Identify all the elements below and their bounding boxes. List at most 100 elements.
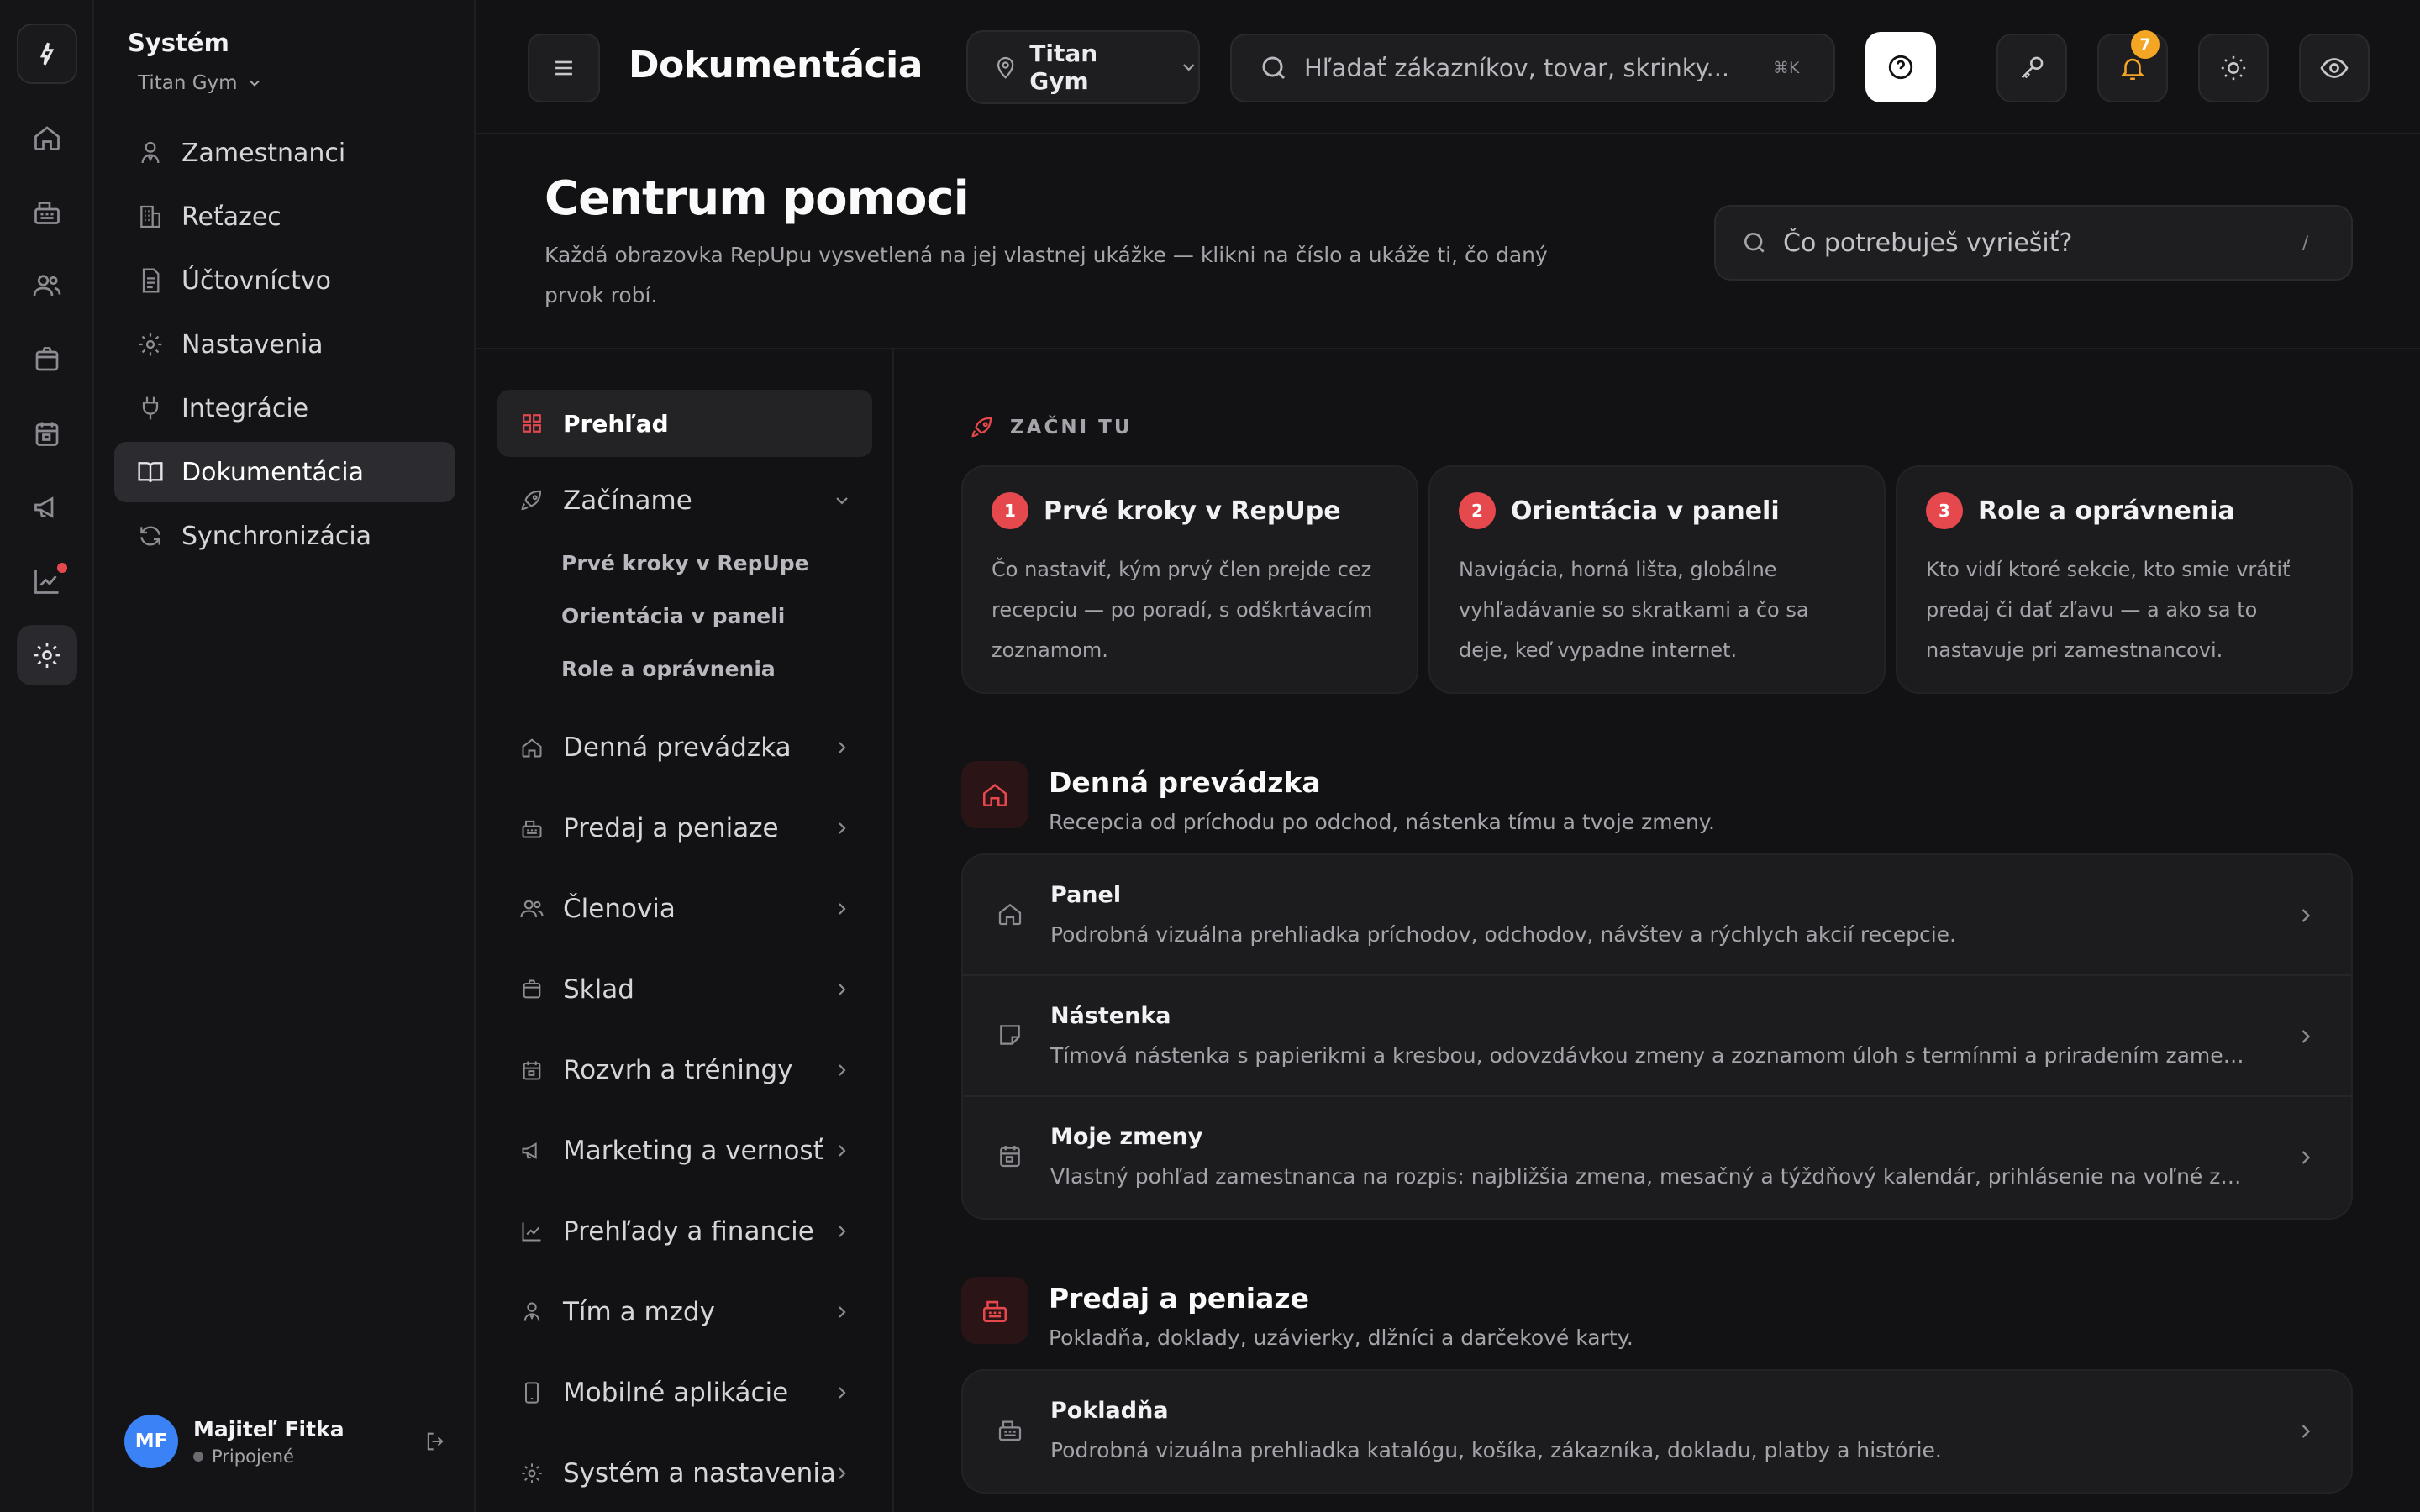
category-description: Pokladňa, doklady, uzávierky, dlžníci a …: [1049, 1326, 1634, 1350]
sidebar-item-sync[interactable]: Synchronizácia: [114, 506, 455, 566]
rocket-icon: [970, 415, 995, 440]
settings-icon[interactable]: [17, 625, 77, 685]
docs-nav-label: Rozvrh a tréningy: [563, 1055, 793, 1085]
key-button[interactable]: [1996, 34, 2067, 102]
system-sidebar: Systém Titan Gym Zamestnanci Reťazec Účt…: [94, 0, 476, 1512]
start-card[interactable]: 1 Prvé kroky v RepUpe Čo nastaviť, kým p…: [961, 465, 1418, 694]
docs-nav-label: Predaj a peniaze: [563, 813, 779, 843]
home-icon: [961, 761, 1028, 828]
docs-nav-subitem[interactable]: Prvé kroky v RepUpe: [561, 551, 809, 575]
plug-icon: [136, 394, 165, 423]
chevron-right-icon: [2294, 1025, 2317, 1048]
sidebar-item-accounting[interactable]: Účtovníctvo: [114, 250, 455, 311]
chevron-right-icon: [832, 1221, 852, 1242]
start-cards: 1 Prvé kroky v RepUpe Čo nastaviť, kým p…: [961, 465, 2353, 694]
list-item[interactable]: Nástenka Tímová nástenka s papierikmi a …: [963, 976, 2351, 1097]
start-here-label: ZAČNI TU: [970, 415, 1133, 440]
home-icon[interactable]: [17, 108, 77, 168]
docs-nav-label: Prehľad: [563, 409, 669, 438]
global-search-input[interactable]: [1304, 54, 1758, 82]
docs-nav-warehouse[interactable]: Sklad: [497, 956, 872, 1023]
category-list: Panel Podrobná vizuálna prehliadka prích…: [961, 853, 2353, 1220]
sidebar-item-chain[interactable]: Reťazec: [114, 186, 455, 247]
docs-nav-schedule[interactable]: Rozvrh a tréningy: [497, 1037, 872, 1104]
megaphone-icon[interactable]: [17, 477, 77, 538]
members-icon[interactable]: [17, 255, 77, 316]
sidebar-item-integrations[interactable]: Integrácie: [114, 378, 455, 438]
privacy-toggle[interactable]: [2299, 34, 2370, 102]
docs-nav-label: Tím a mzdy: [563, 1297, 715, 1327]
start-card[interactable]: 3 Role a oprávnenia Kto vidí ktoré sekci…: [1896, 465, 2353, 694]
notifications-badge: 7: [2131, 30, 2160, 59]
docs-nav-members[interactable]: Členovia: [497, 875, 872, 942]
package-icon[interactable]: [17, 329, 77, 390]
chevron-right-icon: [832, 979, 852, 1000]
step-number: 3: [1926, 492, 1963, 529]
docs-nav-subitem[interactable]: Role a oprávnenia: [561, 657, 776, 681]
hamburger-icon: [555, 60, 572, 76]
docs-nav-label: Členovia: [563, 894, 676, 924]
app-logo[interactable]: [17, 24, 77, 84]
docs-nav-mobile[interactable]: Mobilné aplikácie: [497, 1359, 872, 1426]
chevron-right-icon: [2294, 904, 2317, 927]
list-item[interactable]: Panel Podrobná vizuálna prehliadka prích…: [963, 855, 2351, 976]
help-center-header: Centrum pomoci Každá obrazovka RepUpu vy…: [476, 134, 2420, 349]
sidebar-item-settings[interactable]: Nastavenia: [114, 314, 455, 375]
sidebar-item-documentation[interactable]: Dokumentácia: [114, 442, 455, 502]
chevron-right-icon: [832, 1060, 852, 1080]
docs-nav-label: Systém a nastavenia: [563, 1458, 836, 1488]
sidebar-item-label: Reťazec: [182, 202, 281, 232]
notifications-button[interactable]: 7: [2097, 30, 2168, 102]
docs-nav-team[interactable]: Tím a mzdy: [497, 1278, 872, 1346]
start-card[interactable]: 2 Orientácia v paneli Navigácia, horná l…: [1428, 465, 1886, 694]
menu-button[interactable]: [528, 34, 600, 102]
docs-nav-label: Marketing a vernosť: [563, 1136, 823, 1166]
docs-nav-marketing[interactable]: Marketing a vernosť: [497, 1117, 872, 1184]
sidebar-item-label: Nastavenia: [182, 329, 324, 360]
docs-nav-sales[interactable]: Predaj a peniaze: [497, 795, 872, 862]
theme-toggle[interactable]: [2198, 34, 2269, 102]
logout-icon[interactable]: [424, 1430, 447, 1453]
docs-nav-overview[interactable]: Prehľad: [497, 390, 872, 457]
icon-rail: [0, 0, 94, 1512]
cash-register-icon: [997, 1416, 1023, 1443]
sidebar-item-label: Zamestnanci: [182, 138, 346, 168]
sun-icon: [2221, 55, 2246, 81]
step-number: 2: [1459, 492, 1496, 529]
help-search-input[interactable]: [1783, 228, 2287, 258]
gym-switcher[interactable]: Titan Gym: [138, 72, 263, 94]
card-description: Čo nastaviť, kým prvý člen prejde cez re…: [992, 558, 1373, 662]
help-button[interactable]: [1865, 32, 1936, 102]
list-item-title: Nástenka: [1050, 1003, 1171, 1029]
chevron-right-icon: [832, 1141, 852, 1161]
list-item[interactable]: Moje zmeny Vlastný pohľad zamestnanca na…: [963, 1097, 2351, 1218]
docs-nav-reports[interactable]: Prehľady a financie: [497, 1198, 872, 1265]
list-item[interactable]: Pokladňa Podrobná vizuálna prehliadka ka…: [963, 1371, 2351, 1492]
help-search[interactable]: /: [1714, 205, 2353, 281]
chart-icon[interactable]: [17, 551, 77, 612]
card-title: Orientácia v paneli: [1511, 496, 1780, 526]
location-pin-icon: [997, 56, 1014, 79]
global-search[interactable]: ⌘K: [1230, 34, 1835, 102]
megaphone-icon: [519, 1139, 544, 1163]
docs-nav-getting-started[interactable]: Začíname: [497, 467, 872, 534]
members-icon: [519, 896, 544, 921]
calendar-icon[interactable]: [17, 403, 77, 464]
avatar: MF: [124, 1415, 178, 1468]
location-select[interactable]: Titan Gym: [966, 30, 1200, 104]
list-item-description: Podrobná vizuálna prehliadka príchodov, …: [1050, 922, 1957, 947]
user-profile[interactable]: MF Majiteľ Fitka Pripojené: [124, 1411, 447, 1472]
docs-nav-subitem[interactable]: Orientácia v paneli: [561, 604, 785, 628]
chevron-down-icon: [1182, 64, 1194, 71]
docs-nav-system[interactable]: Systém a nastavenia: [497, 1440, 872, 1507]
gym-name: Titan Gym: [138, 72, 238, 94]
cash-register-icon[interactable]: [17, 181, 77, 242]
staff-icon: [136, 139, 165, 167]
category-description: Recepcia od príchodu po odchod, nástenka…: [1049, 810, 1715, 834]
sidebar-item-staff[interactable]: Zamestnanci: [114, 123, 455, 183]
grid-icon: [519, 412, 544, 434]
category-title: Predaj a peniaze: [1049, 1282, 1309, 1315]
connection-status: Pripojené: [193, 1446, 345, 1467]
chevron-right-icon: [832, 1463, 852, 1483]
docs-nav-daily-operations[interactable]: Denná prevádzka: [497, 714, 872, 781]
